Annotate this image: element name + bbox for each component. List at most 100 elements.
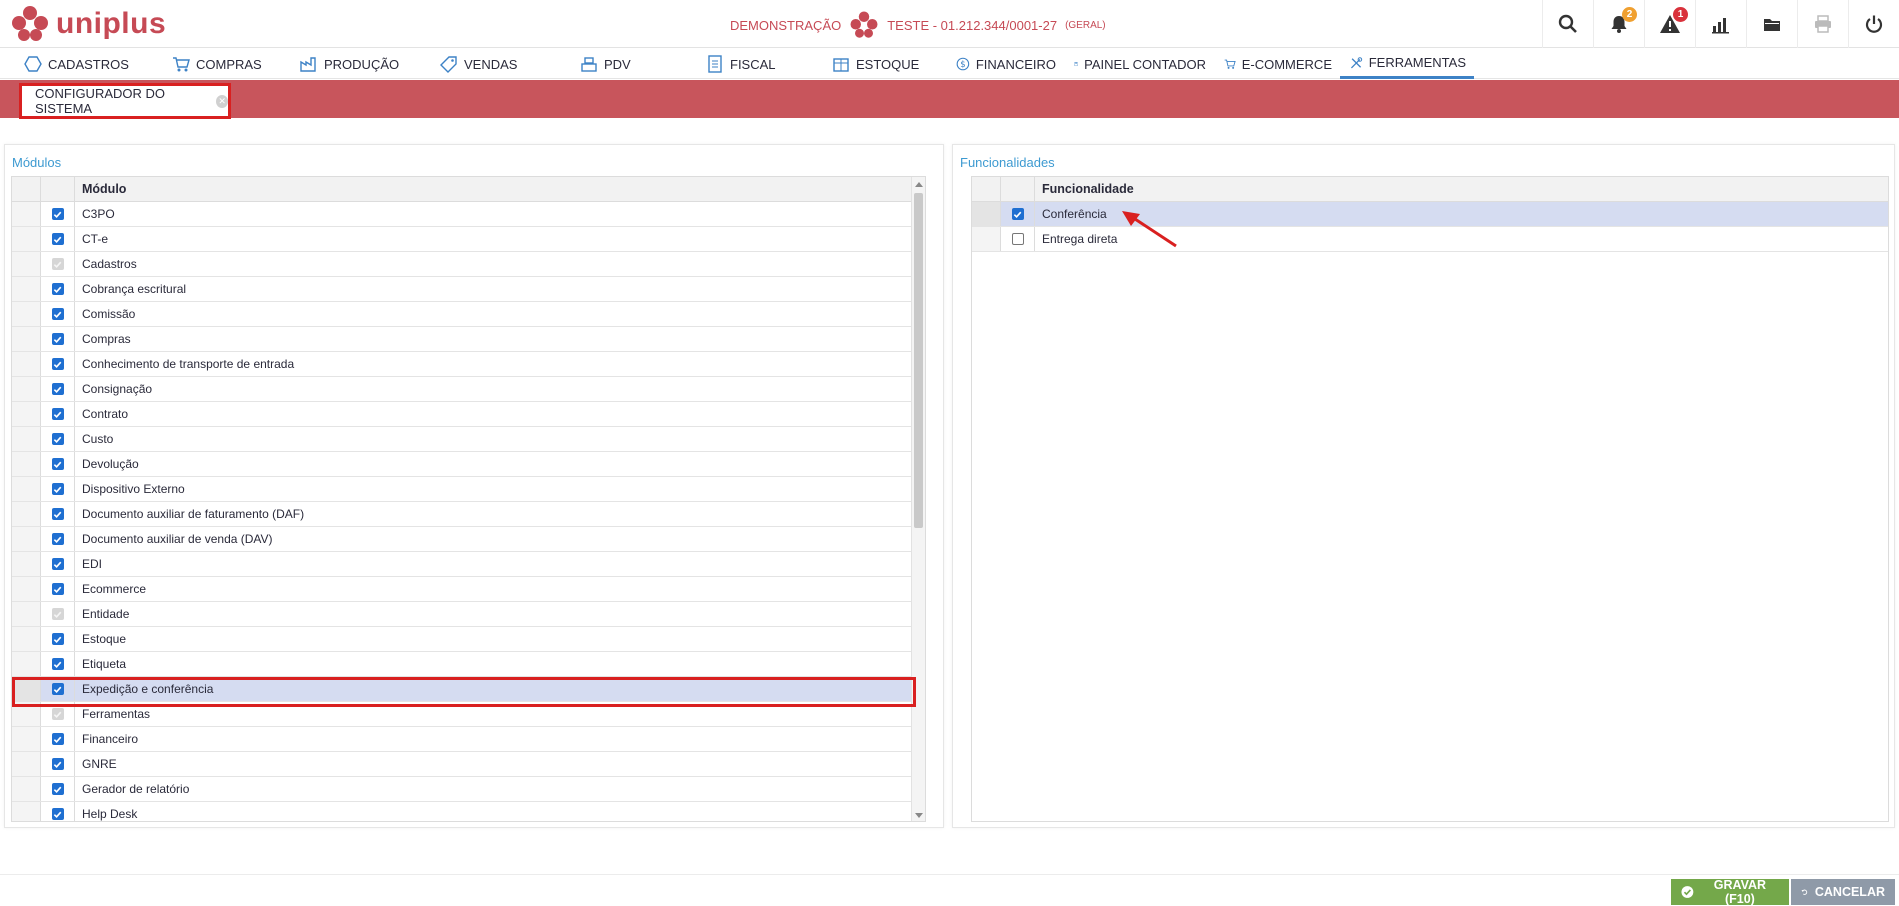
table-row[interactable]: Custo bbox=[12, 427, 925, 452]
table-row[interactable]: CT-e bbox=[12, 227, 925, 252]
row-checkbox[interactable] bbox=[51, 808, 64, 820]
row-handle[interactable] bbox=[12, 402, 41, 426]
nav-producao[interactable]: PRODUÇÃO bbox=[290, 49, 430, 79]
row-handle[interactable] bbox=[12, 652, 41, 676]
print-button[interactable] bbox=[1797, 0, 1848, 48]
table-row[interactable]: Entrega direta bbox=[972, 227, 1888, 252]
table-row[interactable]: Ecommerce bbox=[12, 577, 925, 602]
reports-button[interactable] bbox=[1695, 0, 1746, 48]
table-row[interactable]: Cobrança escritural bbox=[12, 277, 925, 302]
nav-financeiro[interactable]: $ FINANCEIRO bbox=[946, 49, 1064, 79]
row-handle[interactable] bbox=[12, 552, 41, 576]
table-row[interactable]: Conferência bbox=[972, 202, 1888, 227]
table-row[interactable]: Conhecimento de transporte de entrada bbox=[12, 352, 925, 377]
nav-ferramentas[interactable]: FERRAMENTAS bbox=[1340, 49, 1474, 79]
table-row[interactable]: Cadastros bbox=[12, 252, 925, 277]
row-handle[interactable] bbox=[12, 202, 41, 226]
folder-button[interactable] bbox=[1746, 0, 1797, 48]
row-checkbox[interactable] bbox=[51, 633, 64, 645]
row-checkbox[interactable] bbox=[51, 658, 64, 670]
row-handle[interactable] bbox=[12, 352, 41, 376]
row-handle[interactable] bbox=[12, 477, 41, 501]
table-row[interactable]: Financeiro bbox=[12, 727, 925, 752]
module-column-header[interactable]: Módulo bbox=[75, 177, 925, 201]
alerts-button[interactable]: 1 bbox=[1644, 0, 1695, 48]
notifications-button[interactable]: 2 bbox=[1593, 0, 1644, 48]
logout-button[interactable] bbox=[1848, 0, 1899, 48]
row-checkbox[interactable] bbox=[51, 408, 64, 420]
row-handle[interactable] bbox=[12, 452, 41, 476]
tab-configurador[interactable]: CONFIGURADOR DO SISTEMA ✕ bbox=[19, 83, 231, 119]
row-handle[interactable] bbox=[12, 227, 41, 251]
table-row[interactable]: Entidade bbox=[12, 602, 925, 627]
scroll-thumb[interactable] bbox=[914, 193, 923, 528]
row-handle[interactable] bbox=[12, 602, 41, 626]
table-row[interactable]: Expedição e conferência bbox=[12, 677, 925, 702]
row-handle[interactable] bbox=[12, 277, 41, 301]
table-row[interactable]: Comissão bbox=[12, 302, 925, 327]
row-checkbox[interactable] bbox=[1011, 208, 1024, 220]
save-button[interactable]: GRAVAR (F10) bbox=[1671, 878, 1789, 906]
table-row[interactable]: Consignação bbox=[12, 377, 925, 402]
row-handle[interactable] bbox=[972, 227, 1001, 251]
row-handle[interactable] bbox=[12, 302, 41, 326]
row-checkbox[interactable] bbox=[51, 558, 64, 570]
nav-vendas[interactable]: VENDAS bbox=[430, 49, 570, 79]
cancel-button[interactable]: CANCELAR bbox=[1791, 879, 1895, 905]
row-handle[interactable] bbox=[12, 502, 41, 526]
row-handle[interactable] bbox=[12, 327, 41, 351]
table-row[interactable]: Gerador de relatório bbox=[12, 777, 925, 802]
table-row[interactable]: EDI bbox=[12, 552, 925, 577]
row-handle[interactable] bbox=[12, 802, 41, 821]
row-checkbox[interactable] bbox=[51, 283, 64, 295]
row-checkbox[interactable] bbox=[51, 333, 64, 345]
row-checkbox[interactable] bbox=[51, 758, 64, 770]
nav-pdv[interactable]: PDV bbox=[570, 49, 696, 79]
nav-ecommerce[interactable]: E-COMMERCE bbox=[1214, 49, 1340, 79]
row-checkbox[interactable] bbox=[51, 208, 64, 220]
row-checkbox[interactable] bbox=[51, 783, 64, 795]
row-checkbox[interactable] bbox=[51, 583, 64, 595]
table-row[interactable]: Dispositivo Externo bbox=[12, 477, 925, 502]
row-checkbox[interactable] bbox=[51, 483, 64, 495]
row-handle[interactable] bbox=[12, 752, 41, 776]
feature-column-header[interactable]: Funcionalidade bbox=[1035, 177, 1888, 201]
scroll-up-icon[interactable] bbox=[915, 182, 923, 187]
row-handle[interactable] bbox=[12, 777, 41, 801]
logo[interactable]: uniplus bbox=[10, 3, 166, 45]
close-icon[interactable]: ✕ bbox=[216, 94, 228, 108]
scroll-down-icon[interactable] bbox=[915, 813, 923, 818]
table-row[interactable]: Ferramentas bbox=[12, 702, 925, 727]
table-row[interactable]: Documento auxiliar de faturamento (DAF) bbox=[12, 502, 925, 527]
row-handle[interactable] bbox=[12, 377, 41, 401]
table-row[interactable]: GNRE bbox=[12, 752, 925, 777]
company-info[interactable]: DEMONSTRAÇÃO TESTE - 01.212.344/0001-27 … bbox=[730, 11, 1106, 38]
row-handle[interactable] bbox=[12, 627, 41, 651]
row-handle[interactable] bbox=[972, 202, 1001, 226]
row-handle[interactable] bbox=[12, 527, 41, 551]
table-row[interactable]: C3PO bbox=[12, 202, 925, 227]
row-handle[interactable] bbox=[12, 427, 41, 451]
row-handle[interactable] bbox=[12, 252, 41, 276]
search-button[interactable] bbox=[1542, 0, 1593, 48]
row-checkbox[interactable] bbox=[51, 233, 64, 245]
row-checkbox[interactable] bbox=[51, 533, 64, 545]
nav-cadastros[interactable]: CADASTROS bbox=[14, 49, 162, 79]
row-handle[interactable] bbox=[12, 577, 41, 601]
row-handle[interactable] bbox=[12, 677, 41, 701]
row-checkbox[interactable] bbox=[51, 508, 64, 520]
row-checkbox[interactable] bbox=[51, 733, 64, 745]
row-checkbox[interactable] bbox=[51, 683, 64, 695]
table-row[interactable]: Devolução bbox=[12, 452, 925, 477]
nav-painel-contador[interactable]: PAINEL CONTADOR bbox=[1064, 49, 1214, 79]
nav-estoque[interactable]: ESTOQUE bbox=[822, 49, 946, 79]
table-row[interactable]: Etiqueta bbox=[12, 652, 925, 677]
row-checkbox[interactable] bbox=[51, 383, 64, 395]
row-checkbox[interactable] bbox=[51, 358, 64, 370]
table-row[interactable]: Help Desk bbox=[12, 802, 925, 821]
row-checkbox[interactable] bbox=[51, 308, 64, 320]
modules-scrollbar[interactable] bbox=[911, 177, 925, 821]
row-checkbox[interactable] bbox=[1011, 233, 1024, 245]
nav-fiscal[interactable]: FISCAL bbox=[696, 49, 822, 79]
nav-compras[interactable]: COMPRAS bbox=[162, 49, 290, 79]
